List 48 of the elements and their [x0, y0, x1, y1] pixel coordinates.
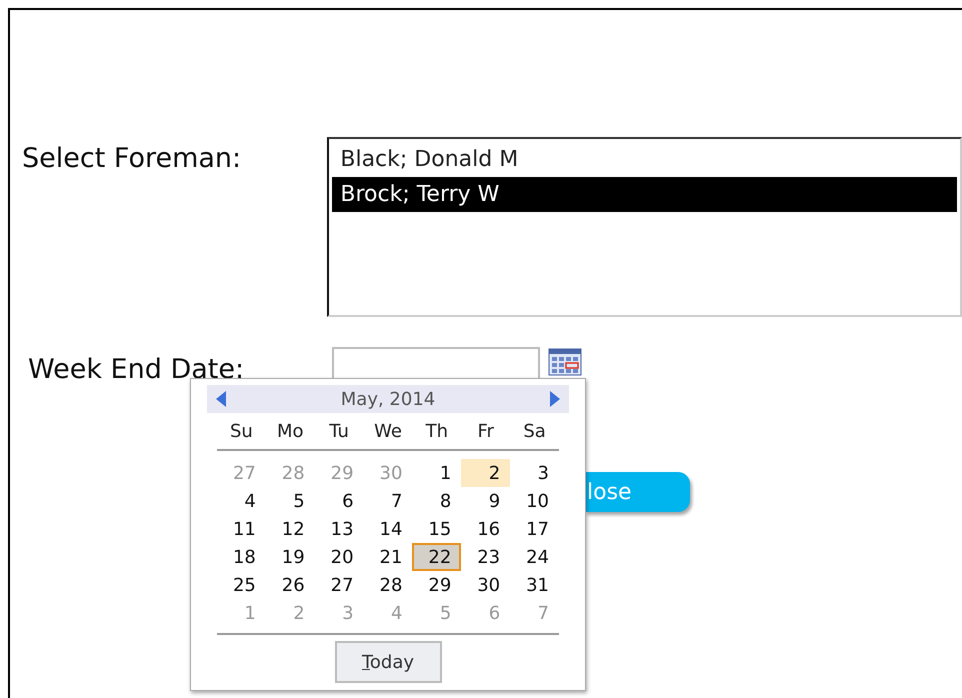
weekday-label: Th: [424, 420, 450, 444]
calendar-day[interactable]: 7: [364, 487, 412, 515]
calendar-day[interactable]: 18: [217, 543, 266, 571]
next-month-icon[interactable]: [549, 390, 561, 408]
field-label: Select Foreman:: [22, 142, 242, 176]
calendar-day[interactable]: 16: [461, 515, 510, 543]
calendar-day[interactable]: 19: [266, 543, 315, 571]
today-button[interactable]: Today: [334, 641, 442, 683]
calendar-day[interactable]: 15: [412, 515, 462, 543]
calendar-day[interactable]: 24: [510, 543, 559, 571]
list-item[interactable]: Black; Donald M: [332, 142, 957, 177]
calendar-day[interactable]: 20: [314, 543, 364, 571]
calendar-day[interactable]: 14: [364, 515, 412, 543]
list-box[interactable]: Black; Donald M Brock; Terry W: [327, 137, 962, 317]
calendar-day[interactable]: 9: [461, 487, 510, 515]
calendar-day[interactable]: 11: [217, 515, 266, 543]
weekday-label: Tu: [328, 420, 350, 444]
weekday-label: Mo: [276, 420, 305, 444]
calendar-day[interactable]: 4: [217, 487, 266, 515]
calendar-day[interactable]: 27: [314, 571, 364, 599]
calendar-day[interactable]: 8: [412, 487, 462, 515]
field-label: Week End Date:: [28, 353, 246, 385]
calendar-day[interactable]: 23: [461, 543, 510, 571]
calendar-day[interactable]: 29: [412, 571, 462, 599]
calendar-day[interactable]: 5: [266, 487, 315, 515]
calendar-day[interactable]: 28: [364, 571, 412, 599]
calendar-day[interactable]: 25: [217, 571, 266, 599]
weekday-label: We: [373, 420, 403, 444]
previous-month-icon[interactable]: [215, 390, 227, 408]
calendar-day[interactable]: 3: [510, 459, 559, 487]
calendar-day[interactable]: 6: [314, 487, 364, 515]
calendar-day[interactable]: 30: [461, 571, 510, 599]
calendar-day[interactable]: 17: [510, 515, 559, 543]
month-title: May, 2014: [340, 388, 436, 412]
calendar-day[interactable]: 31: [510, 571, 559, 599]
calendar-day[interactable]: 13: [314, 515, 364, 543]
calendar-day[interactable]: 2: [461, 459, 510, 487]
calendar-day[interactable]: 22: [412, 543, 462, 571]
calendar-day[interactable]: 1: [412, 459, 462, 487]
calendar-day[interactable]: 12: [266, 515, 315, 543]
calendar-day[interactable]: 21: [364, 543, 412, 571]
calendar-day[interactable]: 10: [510, 487, 559, 515]
calendar-day[interactable]: 26: [266, 571, 315, 599]
weekday-label: Sa: [522, 420, 547, 444]
list-item[interactable]: Brock; Terry W: [332, 177, 957, 212]
weekday-label: Fr: [476, 420, 495, 444]
weekday-label: Su: [229, 420, 254, 444]
calendar-icon[interactable]: [548, 348, 582, 376]
